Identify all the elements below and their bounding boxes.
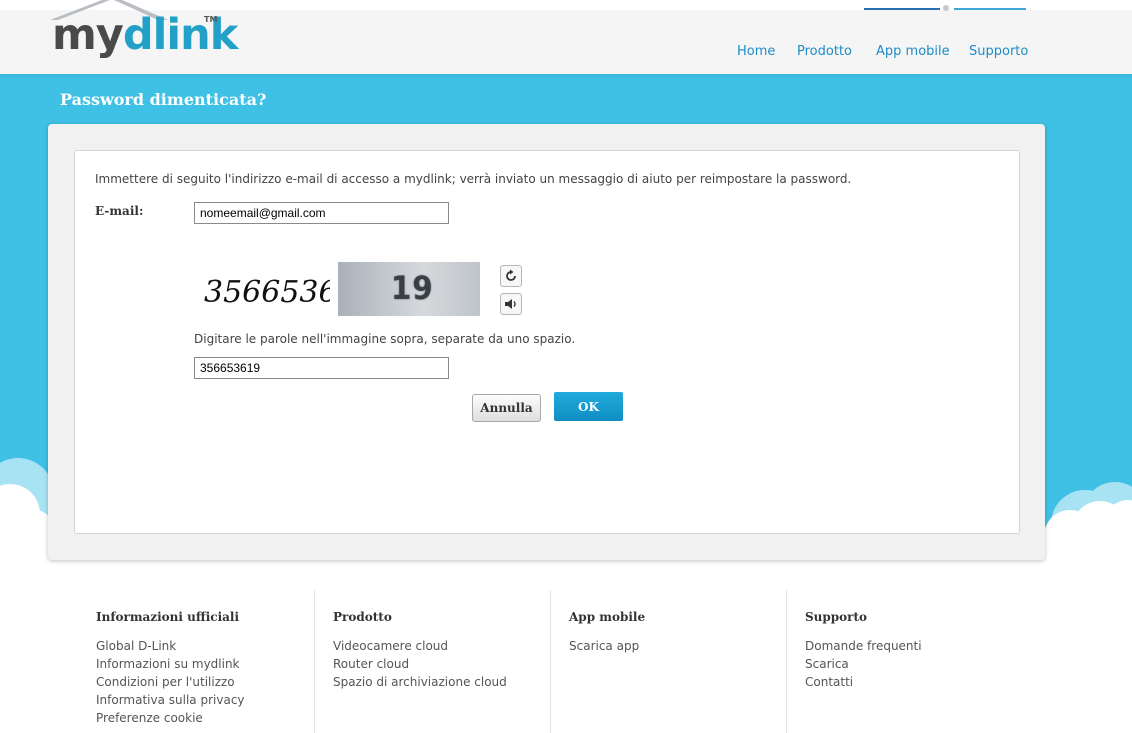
captcha-photo-image: 19 bbox=[338, 262, 480, 316]
footer-link-download-app[interactable]: Scarica app bbox=[569, 637, 805, 655]
top-tab-indicator-1[interactable] bbox=[864, 8, 940, 10]
captcha-word: 3566536 bbox=[204, 275, 330, 310]
footer-column-support: Supporto Domande frequenti Scarica Conta… bbox=[805, 610, 1041, 691]
nav-supporto[interactable]: Supporto bbox=[969, 44, 1028, 59]
footer-column-app: App mobile Scarica app bbox=[569, 610, 805, 655]
footer-link-cloud-storage[interactable]: Spazio di archiviazione cloud bbox=[333, 673, 569, 691]
top-tab-indicator-2[interactable] bbox=[954, 8, 1026, 10]
site-header: mydlink TM Home Prodotto App mobile Supp… bbox=[0, 0, 1132, 74]
footer-link-privacy[interactable]: Informativa sulla privacy bbox=[96, 691, 332, 709]
nav-home[interactable]: Home bbox=[737, 44, 775, 59]
footer-heading: Supporto bbox=[805, 610, 868, 624]
captcha-word-image: 3566536 bbox=[204, 275, 330, 310]
speaker-icon bbox=[505, 299, 516, 309]
footer-link-about-mydlink[interactable]: Informazioni su mydlink bbox=[96, 655, 332, 673]
nav-app-mobile[interactable]: App mobile bbox=[876, 44, 950, 59]
captcha-refresh-button[interactable] bbox=[500, 265, 522, 287]
email-label: E-mail: bbox=[95, 204, 144, 218]
page-title: Password dimenticata? bbox=[60, 90, 267, 109]
footer-link-cookie-preferences[interactable]: Preferenze cookie bbox=[96, 709, 332, 727]
logo-dlink: dlink bbox=[122, 10, 238, 60]
refresh-icon bbox=[506, 269, 516, 281]
logo-trademark: TM bbox=[204, 15, 218, 24]
cancel-button[interactable]: Annulla bbox=[472, 394, 541, 422]
instruction-text: Immettere di seguito l'indirizzo e-mail … bbox=[95, 172, 852, 186]
top-tab-dot bbox=[943, 5, 949, 11]
footer-column-info: Informazioni ufficiali Global D-Link Inf… bbox=[96, 610, 332, 727]
footer-link-terms[interactable]: Condizioni per l'utilizzo bbox=[96, 673, 332, 691]
email-input[interactable] bbox=[194, 202, 449, 224]
footer-link-contacts[interactable]: Contatti bbox=[805, 673, 1041, 691]
footer-heading: App mobile bbox=[569, 610, 646, 624]
footer-link-cloud-router[interactable]: Router cloud bbox=[333, 655, 569, 673]
captcha-answer-input[interactable] bbox=[194, 357, 449, 379]
footer-link-faq[interactable]: Domande frequenti bbox=[805, 637, 1041, 655]
captcha-audio-button[interactable] bbox=[500, 293, 522, 315]
captcha-number: 19 bbox=[390, 269, 434, 307]
footer-column-product: Prodotto Videocamere cloud Router cloud … bbox=[333, 610, 569, 691]
nav-prodotto[interactable]: Prodotto bbox=[797, 44, 852, 59]
footer-link-cloud-cameras[interactable]: Videocamere cloud bbox=[333, 637, 569, 655]
captcha-hint: Digitare le parole nell'immagine sopra, … bbox=[194, 332, 576, 346]
footer-heading: Informazioni ufficiali bbox=[96, 610, 240, 624]
mydlink-logo[interactable]: mydlink TM bbox=[52, 14, 238, 57]
footer-link-global-dlink[interactable]: Global D-Link bbox=[96, 637, 332, 655]
footer-link-download[interactable]: Scarica bbox=[805, 655, 1041, 673]
logo-my: my bbox=[52, 10, 124, 60]
footer-heading: Prodotto bbox=[333, 610, 392, 624]
ok-button[interactable]: OK bbox=[554, 392, 623, 421]
